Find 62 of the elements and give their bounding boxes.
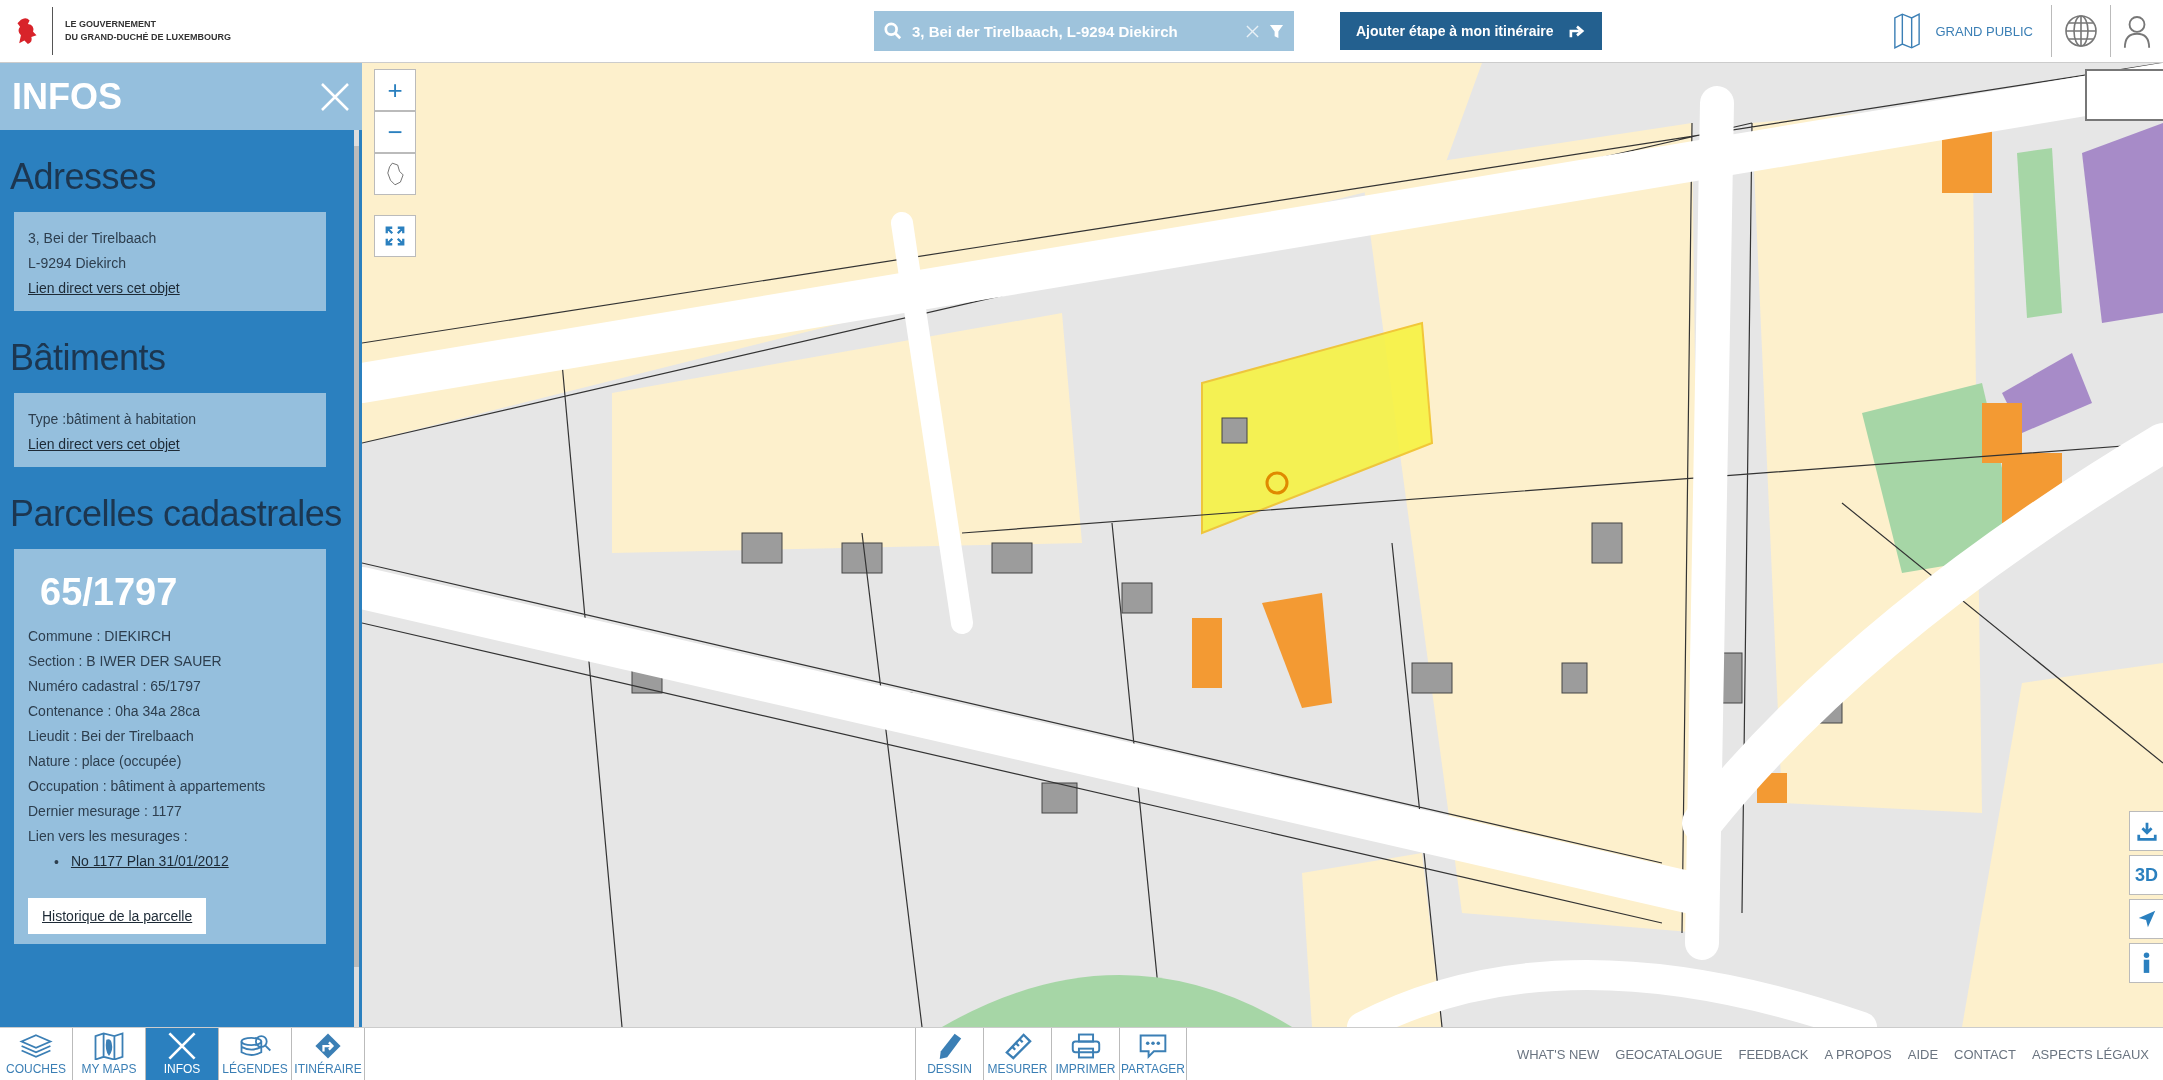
filter-icon xyxy=(1269,23,1284,39)
folded-map-icon xyxy=(1893,13,1922,49)
section-heading: Adresses xyxy=(10,156,158,198)
info-text: Type :bâtiment à habitation xyxy=(28,410,198,429)
footer-link[interactable]: ASPECTS LÉGAUX xyxy=(2031,1046,2149,1062)
ruler-icon xyxy=(1002,1032,1033,1060)
footer-link[interactable]: FEEDBACK xyxy=(1738,1046,1809,1062)
download-icon xyxy=(2135,820,2158,842)
measure-link[interactable]: No 1177 Plan 31/01/2012 xyxy=(70,849,229,874)
list-bullet: • xyxy=(54,853,59,870)
globe-icon xyxy=(2064,14,2098,48)
info-text: Occupation : bâtiment à appartements xyxy=(28,777,267,796)
user-icon xyxy=(2123,13,2151,49)
expand-arrows-icon xyxy=(384,225,406,247)
info-text: Commune : DIEKIRCH xyxy=(28,627,173,646)
footer-link[interactable]: AIDE xyxy=(1907,1046,1939,1062)
section-heading: Parcelles cadastrales xyxy=(10,493,342,535)
info-text: Dernier mesurage : 1177 xyxy=(28,802,183,821)
locate-button[interactable] xyxy=(2129,899,2163,939)
parcel-number: 65/1797 xyxy=(40,571,179,614)
section-heading: Bâtiments xyxy=(10,337,167,379)
printer-icon xyxy=(1070,1032,1101,1060)
country-outline-icon xyxy=(386,162,404,186)
info-text: Contenance : 0ha 34a 28ca xyxy=(28,702,202,721)
direct-link[interactable]: Lien direct vers cet objet xyxy=(28,432,180,457)
chat-bubble-icon xyxy=(1138,1032,1168,1060)
info-text: Lien vers les mesurages : xyxy=(28,827,189,846)
bottom-tab[interactable]: INFOS xyxy=(146,1028,219,1080)
add-route-step-button[interactable]: Ajouter étape à mon itinéraire xyxy=(1340,12,1602,50)
info-text: Section : B IWER DER SAUER xyxy=(28,652,223,671)
footer-link[interactable]: GEOCATALOGUE xyxy=(1615,1046,1723,1062)
zoom-button[interactable]: + xyxy=(374,69,416,111)
government-name: LE GOUVERNEMENT xyxy=(65,18,157,31)
search-icon xyxy=(884,22,902,40)
info-button[interactable] xyxy=(2129,943,2163,983)
footer-link[interactable]: WHAT'S NEW xyxy=(1516,1046,1600,1062)
tool-button[interactable]: PARTAGER xyxy=(1119,1028,1187,1080)
direct-link[interactable]: Lien direct vers cet objet xyxy=(28,276,180,301)
layers-icon xyxy=(18,1032,54,1060)
info-icon xyxy=(2143,952,2150,974)
bottom-tab[interactable]: ITINÉRAIRE xyxy=(292,1028,365,1080)
footer-link[interactable]: CONTACT xyxy=(1954,1046,2016,1062)
footer-link[interactable]: A PROPOS xyxy=(1824,1046,1892,1062)
government-name: DU GRAND-DUCHÉ DE LUXEMBOURG xyxy=(65,31,231,44)
map-mode-button[interactable]: 3D xyxy=(2129,855,2163,895)
info-text: 3, Bei der Tirelbaach xyxy=(28,229,158,248)
parcel-history-button[interactable]: Historique de la parcelle xyxy=(28,898,207,934)
info-text: Numéro cadastral : 65/1797 xyxy=(28,677,202,696)
scrollbar[interactable] xyxy=(353,130,359,1027)
info-text: L-9294 Diekirch xyxy=(28,254,128,273)
search-text: 3, Bei der Tirelbaach, L-9294 Diekirch xyxy=(912,22,1179,40)
clear-icon xyxy=(1246,24,1259,38)
overview-map-panel[interactable] xyxy=(2085,69,2163,121)
initial-extent-button[interactable] xyxy=(374,153,416,195)
fullscreen-button[interactable] xyxy=(374,215,416,257)
info-text: Nature : place (occupée) xyxy=(28,752,183,771)
info-text: Lieudit : Bei der Tirelbaach xyxy=(28,727,195,746)
turn-arrow-icon xyxy=(1567,24,1586,38)
zoom-button[interactable]: − xyxy=(374,111,416,153)
download-button[interactable] xyxy=(2129,811,2163,851)
panel-title: INFOS xyxy=(12,75,122,118)
profile-link[interactable]: GRAND PUBLIC xyxy=(1935,23,2033,39)
